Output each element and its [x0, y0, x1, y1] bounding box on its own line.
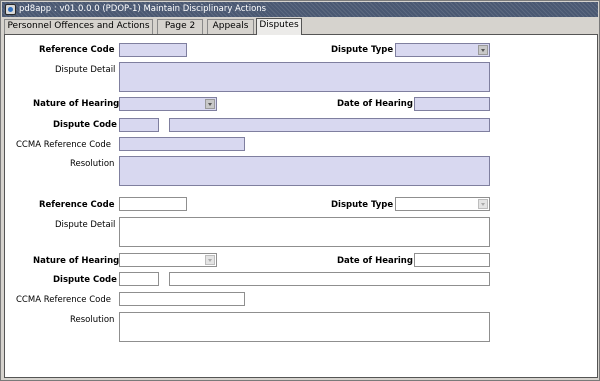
dispute-code-field[interactable] [119, 118, 159, 132]
resolution-field[interactable] [119, 312, 490, 342]
dispute-type-label: Dispute Type [331, 45, 394, 55]
dispute-code-label: Dispute Code [53, 120, 117, 130]
nature-of-hearing-dropdown[interactable] [119, 253, 217, 267]
app-window: pd8app : v01.0.0.0 (PDOP-1) Maintain Dis… [0, 0, 600, 381]
dispute-type-dropdown[interactable] [395, 43, 490, 57]
chevron-down-icon[interactable] [205, 255, 215, 265]
dispute-detail-field[interactable] [119, 62, 490, 92]
dispute-description-field[interactable] [169, 118, 490, 132]
dispute-description-field[interactable] [169, 272, 490, 286]
nature-of-hearing-label: Nature of Hearing [33, 99, 120, 109]
disputes-panel: Reference Code Dispute Type Dispute Deta… [4, 34, 598, 378]
nature-of-hearing-dropdown[interactable] [119, 97, 217, 111]
date-of-hearing-field[interactable] [414, 253, 490, 267]
ccma-reference-code-field[interactable] [119, 292, 245, 306]
window-title: pd8app : v01.0.0.0 (PDOP-1) Maintain Dis… [19, 4, 267, 14]
dispute-code-label: Dispute Code [53, 275, 117, 285]
dispute-detail-field[interactable] [119, 217, 490, 247]
dispute-detail-label: Dispute Detail [55, 220, 116, 230]
resolution-label: Resolution [70, 159, 115, 169]
tab-page-2[interactable]: Page 2 [157, 19, 203, 34]
dispute-type-dropdown[interactable] [395, 197, 490, 211]
dispute-type-label: Dispute Type [331, 200, 394, 210]
chevron-down-icon[interactable] [205, 99, 215, 109]
resolution-label: Resolution [70, 315, 115, 325]
date-of-hearing-field[interactable] [414, 97, 490, 111]
chevron-down-icon[interactable] [478, 45, 488, 55]
ccma-reference-code-label: CCMA Reference Code [16, 140, 111, 150]
chevron-down-icon[interactable] [478, 199, 488, 209]
title-bar[interactable]: pd8app : v01.0.0.0 (PDOP-1) Maintain Dis… [2, 2, 598, 17]
dispute-detail-label: Dispute Detail [55, 65, 116, 75]
tab-disputes[interactable]: Disputes [256, 18, 302, 35]
nature-of-hearing-label: Nature of Hearing [33, 256, 120, 266]
app-icon [5, 4, 16, 15]
date-of-hearing-label: Date of Hearing [337, 99, 413, 109]
tab-bar: Personnel Offences and Actions Page 2 Ap… [2, 18, 598, 35]
reference-code-label: Reference Code [39, 45, 115, 55]
reference-code-label: Reference Code [39, 200, 115, 210]
tab-personnel-offences-and-actions[interactable]: Personnel Offences and Actions [4, 19, 153, 34]
dispute-code-field[interactable] [119, 272, 159, 286]
ccma-reference-code-label: CCMA Reference Code [16, 295, 111, 305]
ccma-reference-code-field[interactable] [119, 137, 245, 151]
resolution-field[interactable] [119, 156, 490, 186]
reference-code-field[interactable] [119, 197, 187, 211]
reference-code-field[interactable] [119, 43, 187, 57]
tab-appeals[interactable]: Appeals [207, 19, 254, 34]
date-of-hearing-label: Date of Hearing [337, 256, 413, 266]
